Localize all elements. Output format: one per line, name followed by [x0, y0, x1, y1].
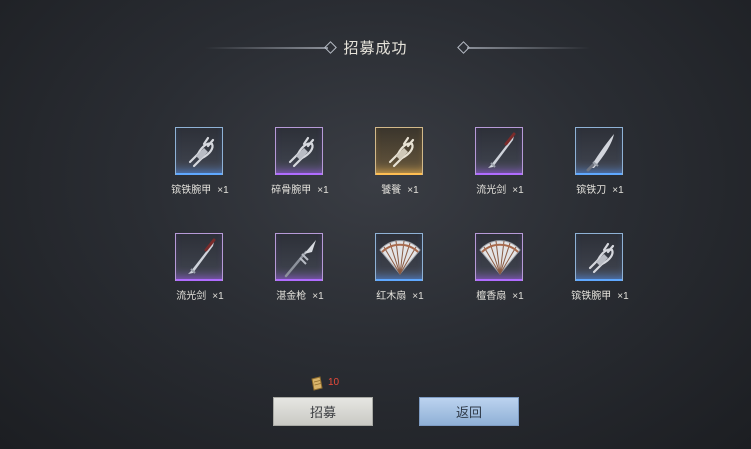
item-qty: ×1 [317, 185, 329, 196]
item-qty: ×1 [217, 185, 229, 196]
item-qty: ×1 [212, 291, 224, 302]
item-name: 镔铁刀 [576, 185, 607, 196]
header-line-right [467, 47, 590, 49]
item-qty: ×1 [512, 185, 524, 196]
back-button[interactable]: 返回 [419, 397, 519, 426]
gauntlet-icon [188, 136, 215, 168]
item-frame[interactable] [575, 127, 623, 175]
item-frame[interactable] [375, 233, 423, 281]
item-frame[interactable] [575, 233, 623, 281]
item-name: 流光剑 [476, 185, 507, 196]
header: 招募成功 [0, 36, 751, 60]
item-frame[interactable] [475, 127, 523, 175]
item-frame[interactable] [275, 233, 323, 281]
item-name: 檀香扇 [476, 291, 507, 302]
blade-icon [586, 134, 614, 172]
item-qty: ×1 [312, 291, 324, 302]
page-title: 招募成功 [343, 40, 408, 57]
item-frame[interactable] [375, 127, 423, 175]
sword-icon [188, 238, 216, 274]
item-frame[interactable] [275, 127, 323, 175]
item-name: 饕餮 [381, 185, 402, 196]
fan-icon [379, 240, 421, 275]
scroll-icon [311, 376, 323, 391]
spear-icon [284, 240, 316, 278]
item-name: 流光剑 [176, 291, 207, 302]
item-name: 碎骨腕甲 [271, 185, 312, 196]
item-qty: ×1 [612, 185, 624, 196]
item-name: 红木扇 [376, 291, 407, 302]
recruit-button[interactable]: 招募 [273, 397, 373, 426]
gauntlet-icon [388, 136, 415, 168]
item-qty: ×1 [412, 291, 424, 302]
item-name: 镔铁腕甲 [171, 185, 212, 196]
item-qty: ×1 [617, 291, 629, 302]
item-name: 镔铁腕甲 [571, 291, 612, 302]
gauntlet-icon [588, 242, 615, 274]
item-name: 湛金枪 [276, 291, 307, 302]
item-qty: ×1 [512, 291, 524, 302]
cost-amount: 10 [328, 377, 340, 388]
item-frame[interactable] [175, 233, 223, 281]
sword-icon [488, 132, 516, 168]
fan-icon [479, 240, 521, 275]
item-frame[interactable] [175, 127, 223, 175]
item-frame[interactable] [475, 233, 523, 281]
gauntlet-icon [288, 136, 315, 168]
item-qty: ×1 [407, 185, 419, 196]
